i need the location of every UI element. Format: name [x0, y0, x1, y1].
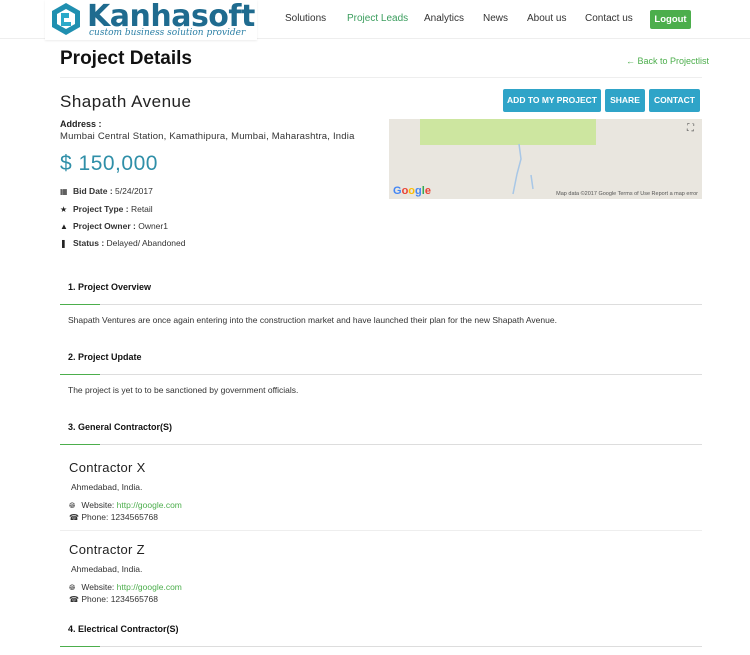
website-label: Website: — [81, 500, 115, 510]
fullscreen-icon[interactable]: ⛶ — [687, 123, 694, 134]
address-label: Address : — [60, 119, 102, 129]
meta-value: Retail — [130, 204, 153, 214]
globe-icon: 🌐︎ — [69, 583, 76, 592]
brand-tagline: custom business solution provider — [89, 28, 246, 38]
add-to-my-project-button[interactable]: ADD TO MY PROJECT — [503, 89, 601, 112]
meta-value: Delayed/ Abandoned — [106, 238, 186, 248]
section-title-electrical-contractors: 4. Electrical Contractor(S) — [68, 624, 179, 634]
website-label: Website: — [81, 582, 115, 592]
contractor-location: Ahmedabad, India. — [71, 564, 143, 574]
back-link-label: Back to Projectlist — [637, 56, 710, 66]
website-link[interactable]: http://google.com — [117, 500, 182, 510]
contractor-divider — [60, 530, 702, 531]
phone-label: Phone: — [81, 512, 109, 522]
section-divider — [60, 304, 702, 305]
meta-project-owner: ▲ Project Owner : Owner1 — [60, 221, 168, 231]
website-link[interactable]: http://google.com — [117, 582, 182, 592]
star-icon: ★ — [60, 205, 68, 214]
page-title: Project Details — [60, 48, 192, 69]
section-title-update: 2. Project Update — [68, 352, 142, 362]
logout-button[interactable]: Logout — [650, 10, 691, 29]
contractor-location: Ahmedabad, India. — [71, 482, 143, 492]
globe-icon: 🌐︎ — [69, 501, 76, 510]
title-divider — [60, 77, 702, 78]
share-button[interactable]: SHARE — [605, 89, 645, 112]
meta-value: 5/24/2017 — [115, 186, 153, 196]
section-title-overview: 1. Project Overview — [68, 282, 152, 292]
project-name: Shapath Avenue — [60, 92, 192, 111]
section-divider — [60, 646, 702, 647]
meta-value: Owner1 — [138, 221, 168, 231]
meta-project-type: ★ Project Type : Retail — [60, 204, 153, 214]
contractor-phone: ☎ Phone: 1234565768 — [69, 594, 158, 604]
brand-logo[interactable]: Kanhasoft custom business solution provi… — [45, 0, 257, 40]
nav-contact-us[interactable]: Contact us — [585, 13, 633, 24]
contractor-phone: ☎ Phone: 1234565768 — [69, 512, 158, 522]
contractor-website: 🌐︎ Website: http://google.com — [69, 500, 182, 511]
contractor-name: Contractor X — [69, 460, 146, 475]
contractor-website: 🌐︎ Website: http://google.com — [69, 582, 182, 593]
back-to-projectlist-link[interactable]: ← Back to Projectlist — [626, 56, 709, 66]
update-text: The project is yet to to be sanctioned b… — [68, 385, 299, 395]
location-map[interactable]: ⛶ Google Map data ©2017 Google Terms of … — [389, 119, 702, 199]
map-roads — [512, 143, 534, 195]
arrow-left-icon: ← — [626, 56, 635, 66]
nav-solutions[interactable]: Solutions — [285, 13, 326, 24]
section-divider — [60, 374, 702, 375]
top-navbar: Kanhasoft custom business solution provi… — [0, 0, 750, 40]
contractor-name: Contractor Z — [69, 542, 145, 557]
user-icon: ▲ — [60, 222, 68, 231]
meta-bid-date: ▦ Bid Date : 5/24/2017 — [60, 186, 153, 196]
phone-value: 1234565768 — [110, 594, 158, 604]
overview-text: Shapath Ventures are once again entering… — [68, 315, 557, 325]
address-value: Mumbai Central Station, Kamathipura, Mum… — [60, 131, 355, 142]
meta-label: Project Type : — [73, 204, 129, 214]
nav-about-us[interactable]: About us — [527, 13, 566, 24]
project-price: $ 150,000 — [60, 152, 158, 175]
meta-label: Status : — [73, 238, 105, 248]
contact-button[interactable]: CONTACT — [649, 89, 700, 112]
section-divider — [60, 444, 702, 445]
logo-hexagon-icon — [52, 3, 80, 35]
meta-label: Bid Date : — [73, 186, 113, 196]
phone-icon: ☎ — [69, 513, 79, 522]
phone-value: 1234565768 — [110, 512, 158, 522]
nav-project-leads[interactable]: Project Leads — [347, 13, 408, 24]
nav-news[interactable]: News — [483, 13, 508, 24]
google-logo: Google — [393, 185, 431, 197]
phone-label: Phone: — [81, 594, 109, 604]
phone-icon: ☎ — [69, 595, 79, 604]
nav-analytics[interactable]: Analytics — [424, 13, 464, 24]
pause-icon: ❚ — [60, 239, 67, 248]
meta-label: Project Owner : — [73, 221, 136, 231]
meta-status: ❚ Status : Delayed/ Abandoned — [60, 238, 185, 248]
map-attribution[interactable]: Map data ©2017 Google Terms of Use Repor… — [556, 191, 698, 197]
calendar-icon: ▦ — [60, 187, 68, 196]
section-title-general-contractors: 3. General Contractor(S) — [68, 422, 173, 432]
